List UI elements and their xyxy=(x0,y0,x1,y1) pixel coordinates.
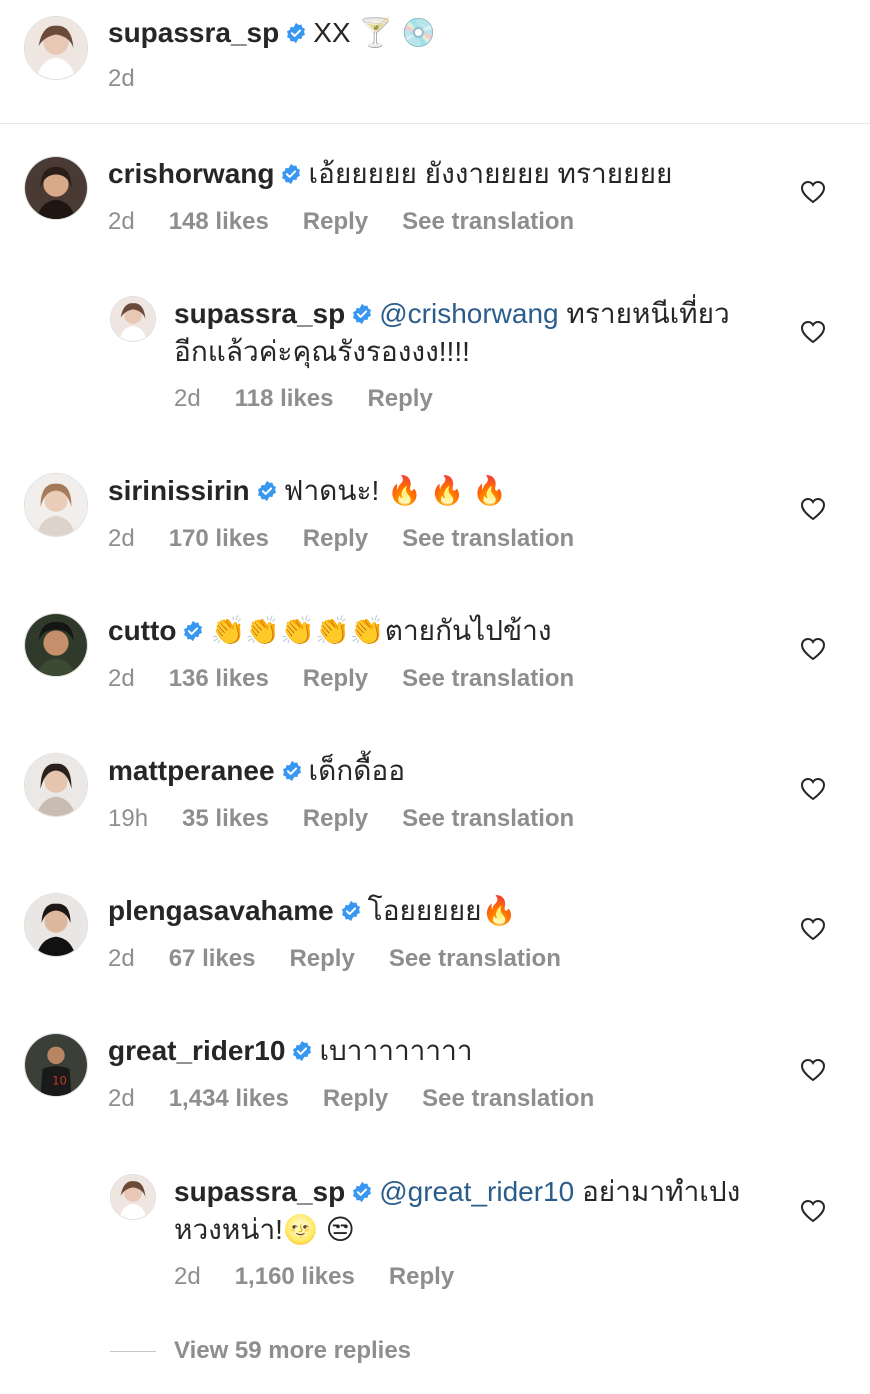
username[interactable]: cutto xyxy=(108,615,176,646)
username[interactable]: mattperanee xyxy=(108,755,275,786)
username[interactable]: supassra_sp xyxy=(174,1176,345,1207)
likes-count[interactable]: 35 likes xyxy=(182,805,269,832)
see-translation-button[interactable]: See translation xyxy=(402,805,574,832)
avatar[interactable] xyxy=(24,613,88,677)
likes-count[interactable]: 136 likes xyxy=(169,665,269,692)
view-more-replies[interactable]: View 59 more replies xyxy=(110,1336,411,1366)
timestamp: 2d xyxy=(108,665,135,692)
username[interactable]: supassra_sp xyxy=(108,17,279,48)
avatar[interactable] xyxy=(24,156,88,220)
reply-button[interactable]: Reply xyxy=(303,665,368,692)
verified-badge-icon xyxy=(351,1181,373,1203)
like-heart-icon[interactable] xyxy=(800,180,826,204)
timestamp: 2d xyxy=(108,945,135,972)
timestamp: 2d xyxy=(108,1085,135,1112)
timestamp: 2d xyxy=(108,525,135,552)
timestamp: 2d xyxy=(108,208,135,235)
see-translation-button[interactable]: See translation xyxy=(389,945,561,972)
username[interactable]: supassra_sp xyxy=(174,298,345,329)
like-heart-icon[interactable] xyxy=(800,320,826,344)
comment-text-continued: อีกแล้วค่ะคุณรังรองงง!!!! xyxy=(174,336,470,367)
comment-text: ตายกันไปข้าง xyxy=(384,615,552,646)
moon-face-unamused-icon: 🌝 😒 xyxy=(282,1214,355,1245)
comment-text: ทรายหนีเที่ยว xyxy=(566,298,730,329)
username[interactable]: crishorwang xyxy=(108,158,274,189)
reply-button[interactable]: Reply xyxy=(389,1263,454,1290)
avatar[interactable] xyxy=(24,753,88,817)
cocktail-icon: 🍸 xyxy=(358,17,394,48)
verified-badge-icon xyxy=(351,303,373,325)
comment-text: เอ้ยยยยย ยังงายยยย ทรายยยย xyxy=(308,158,673,189)
verified-badge-icon xyxy=(182,620,204,642)
comment-text-continued: หวงหน่า! xyxy=(174,1214,283,1245)
username[interactable]: great_rider10 xyxy=(108,1035,285,1066)
see-translation-button[interactable]: See translation xyxy=(402,665,574,692)
comment-text: เด็กดื้ออ xyxy=(308,755,406,786)
verified-badge-icon xyxy=(281,760,303,782)
like-heart-icon[interactable] xyxy=(800,777,826,801)
username[interactable]: sirinissirin xyxy=(108,475,250,506)
disc-icon: 💿 xyxy=(401,17,436,48)
likes-count[interactable]: 1,160 likes xyxy=(235,1263,355,1290)
clapping-hands-icon: 👏👏👏👏👏 xyxy=(210,615,385,646)
likes-count[interactable]: 118 likes xyxy=(235,385,334,412)
see-translation-button[interactable]: See translation xyxy=(422,1085,594,1112)
comment-text: อย่ามาทำเปง xyxy=(581,1176,741,1207)
avatar[interactable] xyxy=(110,296,156,342)
like-heart-icon[interactable] xyxy=(800,1199,826,1223)
timestamp: 2d xyxy=(174,1263,201,1290)
reply-button[interactable]: Reply xyxy=(303,805,368,832)
username[interactable]: plengasavahame xyxy=(108,895,334,926)
mention-link[interactable]: @crishorwang xyxy=(379,298,558,329)
avatar[interactable] xyxy=(24,473,88,537)
like-heart-icon[interactable] xyxy=(800,917,826,941)
avatar[interactable]: 10 xyxy=(24,1033,88,1097)
see-translation-button[interactable]: See translation xyxy=(402,525,574,552)
avatar[interactable] xyxy=(110,1174,156,1220)
timestamp: 19h xyxy=(108,805,149,832)
timestamp: 2d xyxy=(108,65,135,92)
fire-icon: 🔥 🔥 🔥 xyxy=(387,475,508,506)
mention-link[interactable]: @great_rider10 xyxy=(379,1176,574,1207)
like-heart-icon[interactable] xyxy=(800,497,826,521)
comment-text: โอยยยยย xyxy=(367,895,482,926)
fire-icon: 🔥 xyxy=(481,895,517,926)
like-heart-icon[interactable] xyxy=(800,637,826,661)
reply-button[interactable]: Reply xyxy=(303,525,368,552)
reply-button[interactable]: Reply xyxy=(323,1085,388,1112)
likes-count[interactable]: 148 likes xyxy=(169,208,269,235)
like-heart-icon[interactable] xyxy=(800,1058,826,1082)
likes-count[interactable]: 1,434 likes xyxy=(169,1085,289,1112)
verified-badge-icon xyxy=(340,900,362,922)
see-translation-button[interactable]: See translation xyxy=(402,208,574,235)
verified-badge-icon xyxy=(291,1040,313,1062)
likes-count[interactable]: 170 likes xyxy=(169,525,269,552)
comment-text: เบาาาาาาาา xyxy=(319,1035,473,1066)
divider xyxy=(110,1350,156,1352)
caption: supassra_sp XX 🍸 💿 2d xyxy=(0,0,870,124)
reply-button[interactable]: Reply xyxy=(303,208,368,235)
view-more-replies-label[interactable]: View 59 more replies xyxy=(174,1337,411,1365)
timestamp: 2d xyxy=(174,385,201,412)
verified-badge-icon xyxy=(280,163,302,185)
comment-text: ฟาดนะ! xyxy=(283,475,380,506)
reply-button[interactable]: Reply xyxy=(367,385,432,412)
caption-text: XX xyxy=(313,17,351,48)
verified-badge-icon xyxy=(285,22,307,44)
avatar[interactable] xyxy=(24,893,88,957)
likes-count[interactable]: 67 likes xyxy=(169,945,256,972)
verified-badge-icon xyxy=(256,480,278,502)
reply-button[interactable]: Reply xyxy=(289,945,354,972)
svg-text:10: 10 xyxy=(52,1073,67,1087)
avatar[interactable] xyxy=(24,16,88,80)
